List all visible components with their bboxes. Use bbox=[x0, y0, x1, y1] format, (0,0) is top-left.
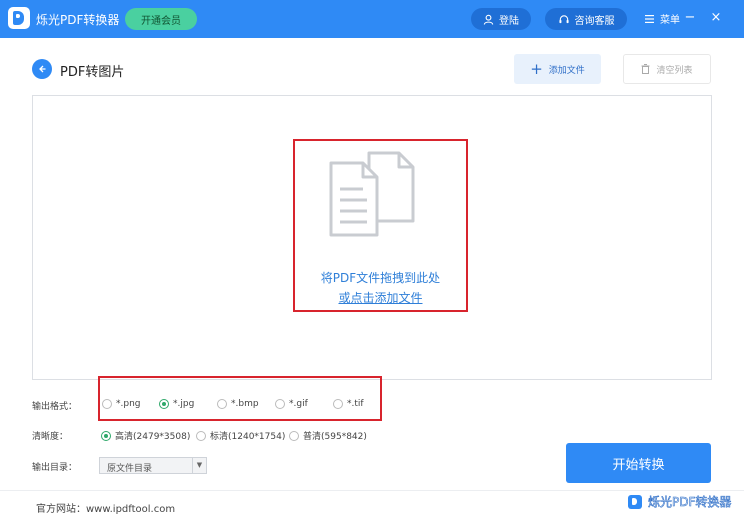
main-panel: PDF转图片 + 添加文件 清空列表 将PDF文件拖拽到此处 或点击添加文件 输… bbox=[0, 38, 744, 521]
add-file-button[interactable]: + 添加文件 bbox=[514, 54, 601, 84]
documents-icon bbox=[329, 151, 415, 237]
close-button[interactable]: × bbox=[708, 9, 724, 27]
add-file-link[interactable]: 或点击添加文件 bbox=[293, 289, 468, 306]
clarity-option-label: 标清(1240*1754) bbox=[210, 432, 286, 442]
file-dropzone[interactable]: 将PDF文件拖拽到此处 或点击添加文件 bbox=[32, 95, 712, 380]
add-file-label: 添加文件 bbox=[548, 65, 585, 76]
page-title: PDF转图片 bbox=[60, 65, 125, 80]
dropzone-hint: 将PDF文件拖拽到此处 bbox=[320, 271, 441, 285]
output-dir-select[interactable]: 原文件目录 ▼ bbox=[99, 457, 207, 474]
clarity-option-label: 普清(595*842) bbox=[303, 432, 367, 442]
customer-service-label: 咨询客服 bbox=[574, 15, 615, 27]
watermark-logo bbox=[628, 494, 642, 509]
format-option-tif[interactable]: *.tif bbox=[333, 399, 364, 409]
clarity-option-label: 高清(2479*3508) bbox=[115, 432, 191, 442]
login-button[interactable]: 登陆 bbox=[471, 8, 531, 30]
vip-button[interactable]: 开通会员 bbox=[125, 8, 197, 30]
output-dir-value: 原文件目录 bbox=[107, 464, 153, 474]
output-format-label: 输出格式： bbox=[32, 402, 78, 412]
minimize-button[interactable]: − bbox=[682, 9, 698, 27]
plus-icon: + bbox=[530, 60, 543, 78]
website-text: 官方网站：www.ipdftool.com bbox=[36, 504, 176, 515]
radio-icon bbox=[217, 399, 227, 409]
format-option-gif[interactable]: *.gif bbox=[275, 399, 308, 409]
trash-icon bbox=[641, 64, 650, 74]
chevron-down-icon: ▼ bbox=[192, 458, 206, 473]
customer-service-button[interactable]: 咨询客服 bbox=[545, 8, 627, 30]
hamburger-icon bbox=[645, 14, 654, 23]
clarity-label: 清晰度： bbox=[32, 432, 69, 442]
arrow-left-icon bbox=[39, 65, 46, 73]
radio-selected-icon bbox=[101, 430, 111, 441]
clarity-option-sd[interactable]: 标清(1240*1754) bbox=[196, 429, 285, 442]
clear-list-label: 清空列表 bbox=[656, 65, 693, 76]
format-option-label: *.png bbox=[116, 399, 141, 409]
watermark: 烁光PDF转换器 bbox=[628, 493, 732, 510]
format-option-label: *.gif bbox=[289, 399, 308, 409]
radio-icon bbox=[333, 399, 343, 409]
clarity-option-normal[interactable]: 普清(595*842) bbox=[289, 429, 367, 442]
menu-button[interactable]: 菜单 bbox=[645, 11, 680, 26]
footer-divider bbox=[0, 490, 744, 491]
back-button[interactable] bbox=[32, 59, 52, 79]
format-option-label: *.tif bbox=[347, 399, 364, 409]
format-option-jpg[interactable]: *.jpg bbox=[159, 399, 194, 409]
app-logo bbox=[8, 7, 30, 29]
format-option-label: *.bmp bbox=[231, 399, 259, 409]
format-option-png[interactable]: *.png bbox=[102, 399, 141, 409]
watermark-text: 烁光PDF转换器 bbox=[648, 495, 732, 510]
clear-list-button[interactable]: 清空列表 bbox=[623, 54, 711, 84]
radio-icon bbox=[102, 399, 112, 409]
user-icon bbox=[483, 14, 494, 25]
radio-selected-icon bbox=[159, 399, 169, 409]
app-title: 烁光PDF转换器 bbox=[36, 13, 120, 27]
format-option-label: *.jpg bbox=[173, 399, 195, 409]
login-label: 登陆 bbox=[499, 15, 519, 27]
radio-icon bbox=[289, 430, 299, 441]
headset-icon bbox=[558, 14, 569, 23]
start-convert-button[interactable]: 开始转换 bbox=[566, 443, 711, 483]
menu-label: 菜单 bbox=[660, 15, 680, 26]
title-bar: 烁光PDF转换器 开通会员 登陆 咨询客服 菜单 − × bbox=[0, 0, 744, 38]
format-option-bmp[interactable]: *.bmp bbox=[217, 399, 259, 409]
output-dir-label: 输出目录： bbox=[32, 463, 78, 473]
radio-icon bbox=[196, 430, 206, 441]
clarity-option-hd[interactable]: 高清(2479*3508) bbox=[101, 429, 190, 442]
radio-icon bbox=[275, 399, 285, 409]
